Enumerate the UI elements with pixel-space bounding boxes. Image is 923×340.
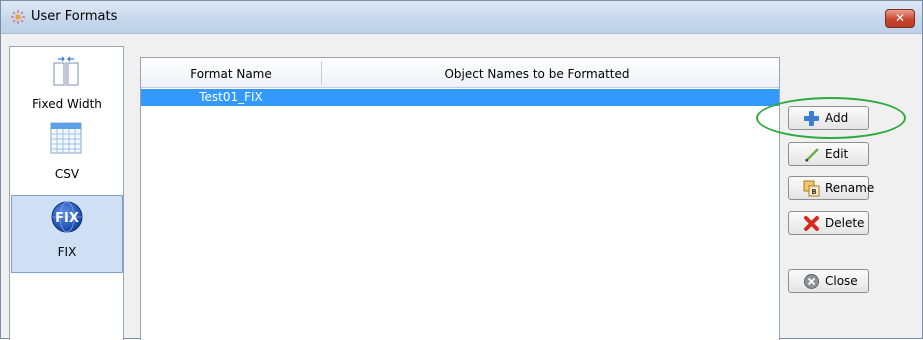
column-header-object-names[interactable]: Object Names to be Formatted — [322, 67, 752, 81]
window-title: User Formats — [31, 9, 118, 24]
window-close-button[interactable]: ✕ — [885, 9, 915, 28]
user-formats-dialog: User Formats ✕ Fixed Width CSV FIX FIX F… — [0, 0, 923, 340]
sidebar-item-label: FIX — [57, 245, 77, 259]
app-icon — [11, 10, 25, 24]
add-button[interactable]: Add — [788, 106, 869, 130]
edit-button[interactable]: Edit — [788, 142, 869, 166]
close-button[interactable]: Close — [788, 269, 869, 293]
title-bar[interactable]: User Formats ✕ — [1, 1, 922, 34]
fix-globe-icon: FIX — [51, 201, 83, 233]
delete-button[interactable]: Delete — [788, 211, 869, 235]
formats-table: Format Name Object Names to be Formatted… — [140, 57, 780, 340]
format-type-sidebar: Fixed Width CSV FIX FIX — [9, 46, 124, 340]
delete-button-label: Delete — [825, 216, 865, 230]
sidebar-item-csv[interactable]: CSV — [11, 115, 123, 193]
sidebar-item-fix[interactable]: FIX FIX — [11, 195, 123, 273]
add-button-label: Add — [825, 111, 849, 125]
edit-button-label: Edit — [825, 147, 849, 161]
table-row[interactable]: Test01_FIX — [141, 89, 779, 106]
close-circle-icon — [804, 274, 819, 289]
csv-grid-icon — [50, 122, 82, 154]
column-header-format-name[interactable]: Format Name — [141, 67, 321, 81]
cell-format-name: Test01_FIX — [199, 90, 263, 104]
delete-x-icon — [804, 216, 819, 231]
pencil-icon — [805, 148, 819, 162]
table-header: Format Name Object Names to be Formatted — [141, 58, 779, 88]
plus-icon — [804, 111, 819, 126]
svg-text:FIX: FIX — [55, 211, 79, 226]
rename-button[interactable]: B Rename — [788, 176, 874, 200]
close-button-label: Close — [825, 274, 858, 288]
sidebar-item-label: CSV — [54, 167, 80, 181]
rename-icon: B — [803, 180, 820, 197]
close-icon: ✕ — [894, 11, 906, 25]
svg-text:B: B — [811, 188, 816, 196]
sidebar-item-label: Fixed Width — [32, 97, 102, 111]
rename-button-label: Rename — [825, 181, 875, 195]
fixed-width-icon — [53, 56, 79, 86]
